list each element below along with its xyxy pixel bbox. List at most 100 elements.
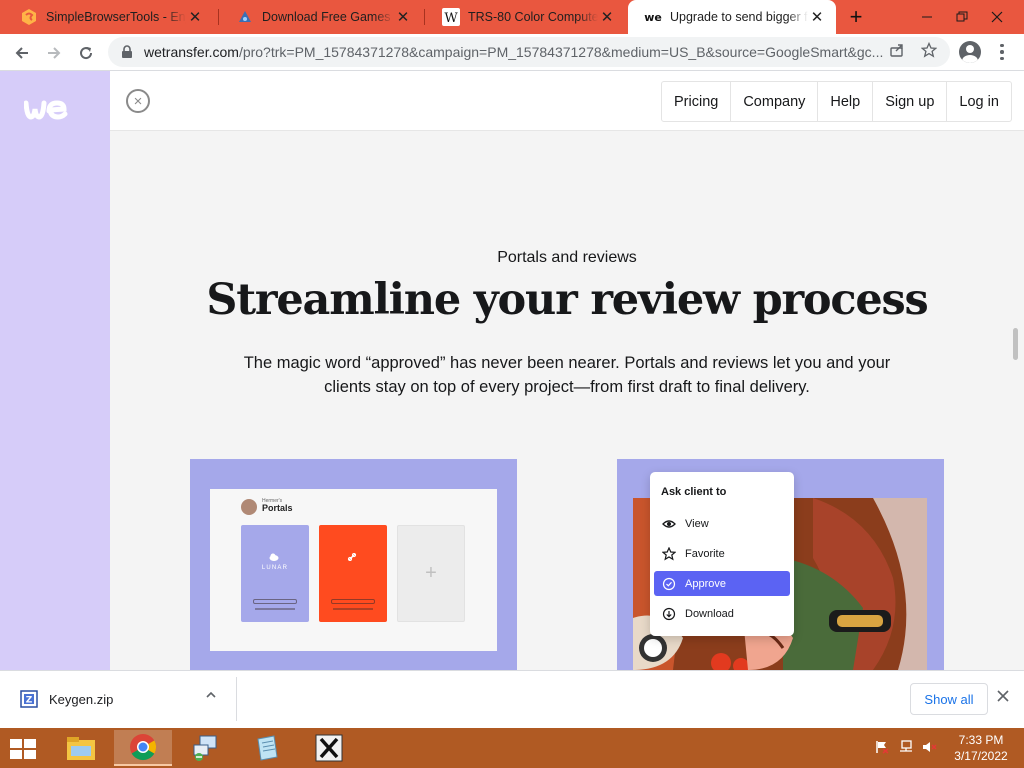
url-path: /pro?trk=PM_15784371278&campaign=PM_1578… xyxy=(238,44,884,60)
menu-item-approve[interactable]: Approve xyxy=(654,571,790,596)
svg-text:W: W xyxy=(444,11,458,26)
close-panel-icon[interactable]: × xyxy=(126,89,150,113)
tab-title: SimpleBrowserTools - Enjo xyxy=(46,10,186,24)
nav-help[interactable]: Help xyxy=(818,82,874,121)
share-icon[interactable] xyxy=(889,42,905,58)
bookmark-star-icon[interactable] xyxy=(921,42,937,58)
clock-time: 7:33 PM xyxy=(958,733,1004,747)
new-tab-button[interactable]: + xyxy=(843,4,869,30)
nav-pricing[interactable]: Pricing xyxy=(662,82,732,121)
menu-item-label: View xyxy=(685,517,709,530)
tab-title: TRS-80 Color Computer - xyxy=(468,10,598,24)
close-shelf-icon[interactable] xyxy=(997,689,1009,707)
lock-icon xyxy=(122,45,132,58)
cloud-icon xyxy=(269,553,279,561)
menu-item-favorite[interactable]: Favorite xyxy=(654,541,790,566)
file-explorer-icon[interactable] xyxy=(52,730,110,766)
reviews-illustration: Ask client to View Favorite Approve Down… xyxy=(617,459,944,670)
download-icon xyxy=(662,607,676,621)
flag-icon[interactable] xyxy=(873,738,891,756)
download-shelf: Z Keygen.zip Show all xyxy=(0,670,1024,728)
menu-item-download[interactable]: Download xyxy=(654,601,790,626)
portal-card-button xyxy=(253,599,297,604)
windows-start-icon[interactable] xyxy=(8,737,38,761)
wikipedia-icon: W xyxy=(442,8,460,26)
tab-title: Download Free Games - Fr xyxy=(262,10,394,24)
avatar xyxy=(241,499,257,515)
tab-simplebrowsertools[interactable]: SimpleBrowserTools - Enjo ✕ xyxy=(4,0,214,34)
portal-card-caption xyxy=(333,608,373,610)
section-description: The magic word “approved” has never been… xyxy=(230,351,904,399)
browser-toolbar: wetransfer.com/pro?trk=PM_15784371278&ca… xyxy=(0,34,1024,71)
minimize-icon[interactable] xyxy=(910,0,944,34)
tab-separator xyxy=(424,9,425,25)
browser-menu-icon[interactable] xyxy=(994,40,1010,64)
tab-separator xyxy=(218,9,219,25)
tab-wetransfer[interactable]: we Upgrade to send bigger fi ✕ xyxy=(628,0,836,34)
eye-icon xyxy=(662,517,676,531)
profile-avatar-icon[interactable] xyxy=(959,41,981,63)
wetransfer-logo-icon[interactable] xyxy=(24,99,70,121)
portal-card-lunar: LUNAR xyxy=(241,525,309,622)
x-app-icon[interactable] xyxy=(300,730,358,766)
notepad-icon[interactable] xyxy=(238,730,296,766)
close-tab-icon[interactable]: ✕ xyxy=(394,8,412,26)
nav-log-in[interactable]: Log in xyxy=(947,82,1011,121)
star-icon xyxy=(662,546,676,561)
games-icon xyxy=(236,8,254,26)
close-tab-icon[interactable]: ✕ xyxy=(598,8,616,26)
restore-icon[interactable] xyxy=(945,0,979,34)
close-tab-icon[interactable]: ✕ xyxy=(186,8,204,26)
description-line: The magic word “approved” has never been… xyxy=(243,354,891,372)
simplebrowsertools-icon xyxy=(20,8,38,26)
menu-item-label: Favorite xyxy=(685,547,725,560)
paperclip-icon xyxy=(347,553,357,561)
tab-trs80[interactable]: W TRS-80 Color Computer - ✕ xyxy=(426,0,626,34)
url-text: wetransfer.com/pro?trk=PM_15784371278&ca… xyxy=(144,44,904,60)
add-portal-card: + xyxy=(397,525,465,622)
taskbar-clock[interactable]: 7:33 PM 3/17/2022 xyxy=(950,732,1012,764)
description-line: clients stay on top of every project—fro… xyxy=(324,378,810,396)
page-scrollbar[interactable] xyxy=(1013,328,1018,360)
portals-panel: Hermer's Portals LUNAR + xyxy=(210,489,497,651)
svg-text:Z: Z xyxy=(26,696,33,706)
wetransfer-icon: we xyxy=(644,8,662,26)
volume-muted-icon[interactable] xyxy=(921,738,939,756)
page-header: × Pricing Company Help Sign up Log in xyxy=(110,71,1024,131)
nav-company[interactable]: Company xyxy=(731,82,819,121)
ask-client-menu: Ask client to View Favorite Approve Down… xyxy=(650,472,794,636)
menu-item-label: Approve xyxy=(685,577,726,590)
tab-title: Upgrade to send bigger fi xyxy=(670,10,808,24)
nav-sign-up[interactable]: Sign up xyxy=(873,82,948,121)
menu-item-view[interactable]: View xyxy=(654,511,790,536)
url-host: wetransfer.com xyxy=(144,44,239,60)
network-icon[interactable] xyxy=(897,738,915,756)
download-file-name[interactable]: Keygen.zip xyxy=(49,692,113,707)
sidebar xyxy=(0,71,110,670)
menu-item-label: Download xyxy=(685,607,734,620)
network-app-icon[interactable] xyxy=(176,730,234,766)
show-all-button[interactable]: Show all xyxy=(910,683,988,715)
webpage: × Pricing Company Help Sign up Log in Po… xyxy=(0,71,1024,670)
close-window-icon[interactable] xyxy=(980,0,1014,34)
windows-taskbar: 7:33 PM 3/17/2022 xyxy=(0,728,1024,768)
portal-card-orange xyxy=(319,525,387,622)
portals-illustration: Hermer's Portals LUNAR + xyxy=(190,459,517,670)
shelf-divider xyxy=(236,677,237,721)
chevron-up-icon[interactable] xyxy=(205,689,217,704)
clock-date: 3/17/2022 xyxy=(954,749,1008,763)
zip-file-icon[interactable]: Z xyxy=(20,690,38,708)
reload-icon[interactable] xyxy=(72,39,100,67)
address-bar[interactable]: wetransfer.com/pro?trk=PM_15784371278&ca… xyxy=(108,37,950,67)
check-circle-icon xyxy=(662,577,676,591)
chrome-icon[interactable] xyxy=(114,730,172,766)
tab-download-games[interactable]: Download Free Games - Fr ✕ xyxy=(220,0,422,34)
menu-title: Ask client to xyxy=(661,486,727,498)
section-eyebrow: Portals and reviews xyxy=(497,249,637,266)
top-nav: Pricing Company Help Sign up Log in xyxy=(661,81,1012,122)
close-tab-icon[interactable]: ✕ xyxy=(808,8,826,26)
back-icon[interactable] xyxy=(8,39,36,67)
portal-card-caption xyxy=(255,608,295,610)
forward-icon[interactable] xyxy=(40,39,68,67)
tab-strip: SimpleBrowserTools - Enjo ✕ Download Fre… xyxy=(0,0,1024,34)
